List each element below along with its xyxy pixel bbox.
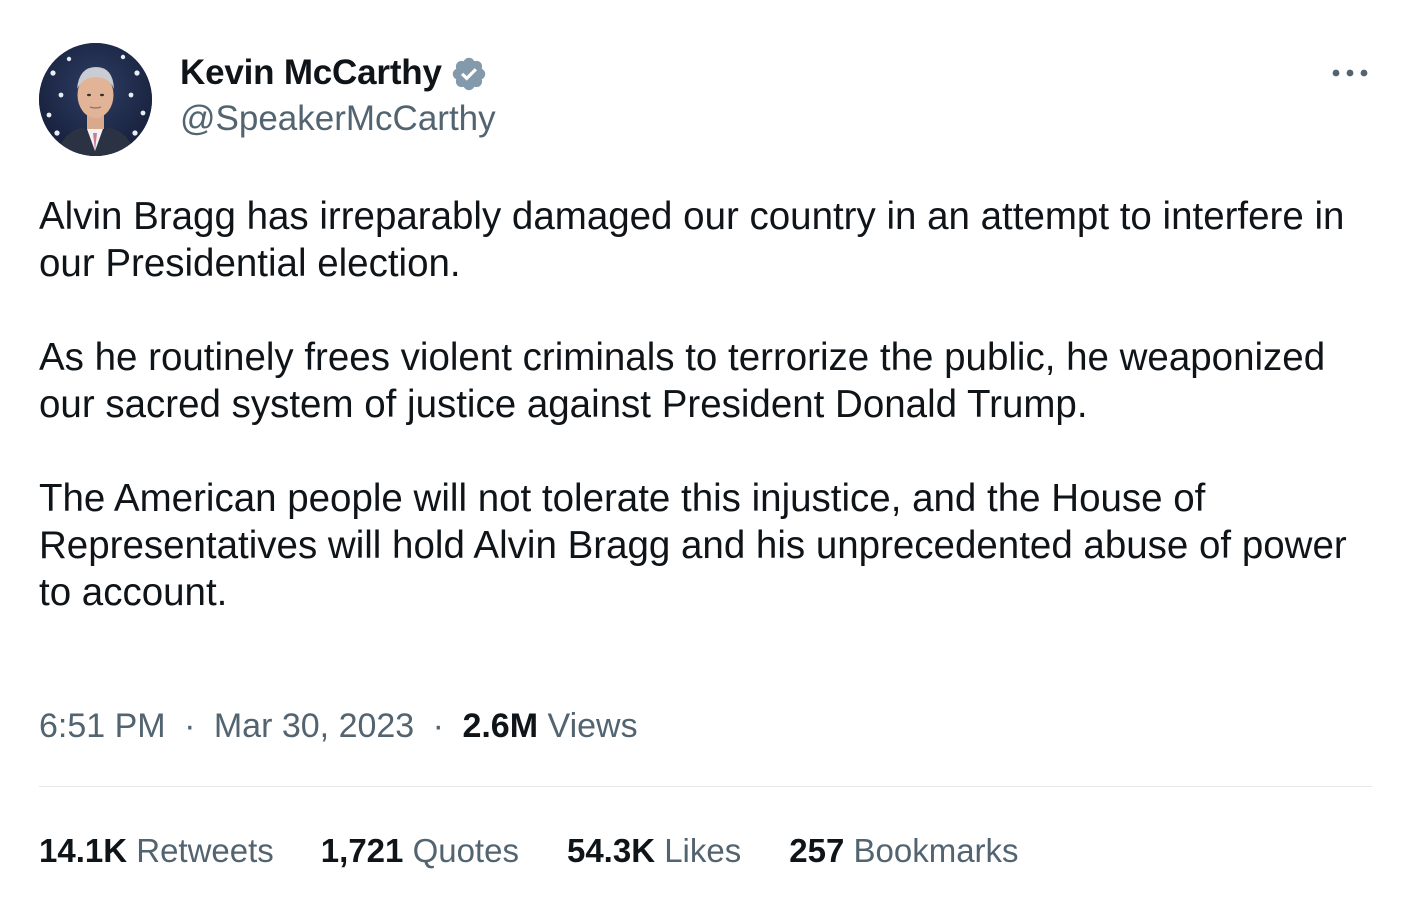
tweet-paragraph: The American people will not tolerate th… [39, 477, 1347, 614]
quotes-label: Quotes [412, 832, 519, 869]
avatar[interactable] [39, 43, 152, 156]
author-handle[interactable]: @SpeakerMcCarthy [180, 99, 496, 139]
likes-label: Likes [664, 832, 742, 869]
tweet-paragraph: As he routinely frees violent criminals … [39, 336, 1326, 426]
views-label: Views [547, 707, 638, 745]
tweet-text: Alvin Bragg has irreparably damaged our … [39, 193, 1359, 616]
more-options-icon [1332, 69, 1368, 77]
verified-badge-icon[interactable] [450, 55, 488, 93]
divider [39, 786, 1372, 787]
meta-separator: · [432, 707, 444, 745]
likes-count: 54.3K [566, 832, 656, 869]
bookmarks-count: 257 [789, 832, 845, 869]
views-count: 2.6M [462, 707, 539, 745]
meta-separator: · [184, 707, 196, 745]
retweets-count: 14.1K [39, 832, 128, 869]
bookmarks-stat[interactable]: 257 Bookmarks [789, 828, 1018, 874]
author-name-row: Kevin McCarthy [180, 50, 488, 96]
more-options-button[interactable] [1324, 56, 1376, 90]
quotes-stat[interactable]: 1,721 Quotes [321, 828, 519, 874]
tweet-meta: 6:51 PM · Mar 30, 2023 · 2.6M Views [39, 703, 638, 749]
bookmarks-label: Bookmarks [853, 832, 1019, 869]
retweets-stat[interactable]: 14.1K Retweets [39, 828, 274, 874]
likes-stat[interactable]: 54.3K Likes [567, 828, 741, 874]
profile-photo [39, 43, 152, 156]
engagement-stats: 14.1K Retweets 1,721 Quotes 54.3K Likes … [39, 828, 1019, 874]
author-display-name[interactable]: Kevin McCarthy [180, 53, 442, 93]
retweets-label: Retweets [136, 832, 274, 869]
tweet-card: Kevin McCarthy @SpeakerMcCarthy Alvin Br… [0, 0, 1408, 911]
tweet-time[interactable]: 6:51 PM [39, 707, 166, 745]
tweet-date[interactable]: Mar 30, 2023 [214, 707, 414, 745]
tweet-paragraph: Alvin Bragg has irreparably damaged our … [39, 195, 1345, 285]
quotes-count: 1,721 [320, 832, 404, 869]
